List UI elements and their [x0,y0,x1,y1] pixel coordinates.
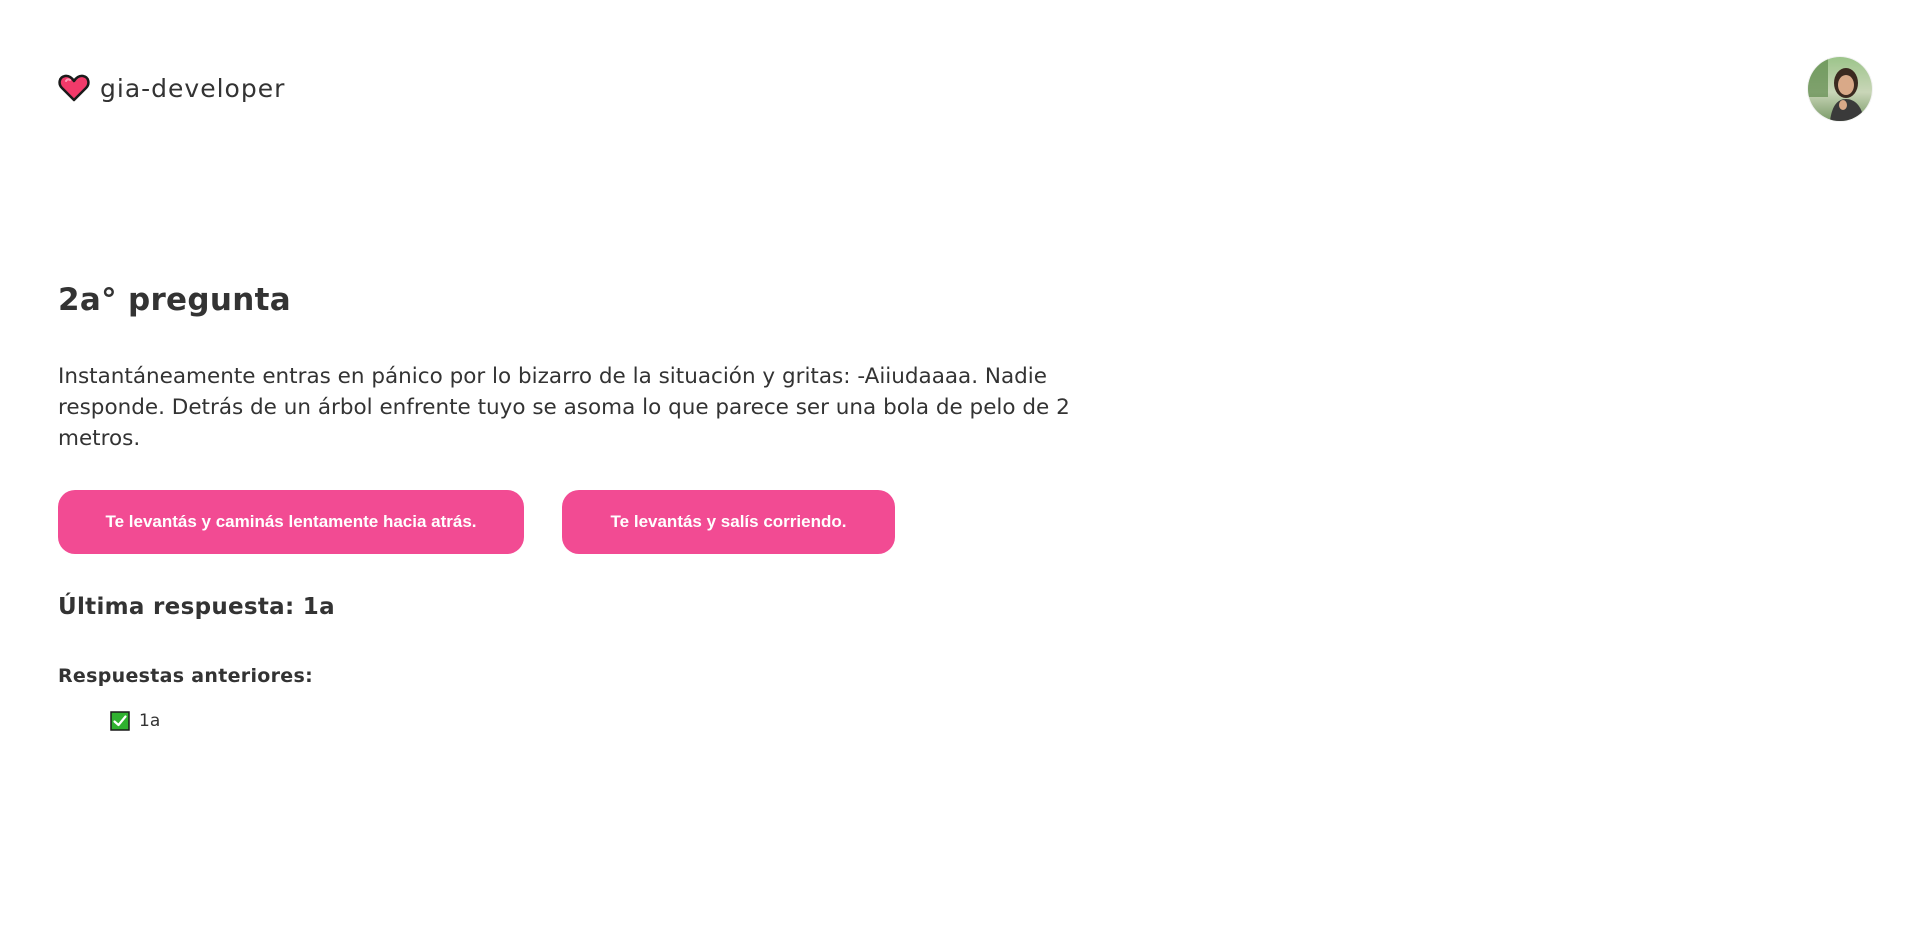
avatar[interactable] [1808,57,1872,121]
heart-icon [58,72,90,104]
last-answer: Última respuesta: 1a [58,594,335,620]
previous-answers-list: 1a [58,711,1158,731]
question-text: Instantáneamente entras en pánico por lo… [58,364,1070,451]
brand[interactable]: gia-developer [58,72,285,104]
check-box-icon [110,711,130,731]
question-panel: 2a° pregunta Instantáneamente entras en … [58,282,1158,731]
question-title: 2a° pregunta [58,282,291,318]
option-button-a[interactable]: Te levantás y caminás lentamente hacia a… [58,490,524,554]
answer-options: Te levantás y caminás lentamente hacia a… [58,490,1158,554]
option-button-b[interactable]: Te levantás y salís corriendo. [562,490,895,554]
brand-name: gia-developer [100,73,286,103]
previous-answer-label: 1a [139,711,161,731]
previous-answers-heading: Respuestas anteriores: [58,665,313,687]
list-item: 1a [110,711,1158,731]
top-bar: gia-developer [0,0,1920,180]
